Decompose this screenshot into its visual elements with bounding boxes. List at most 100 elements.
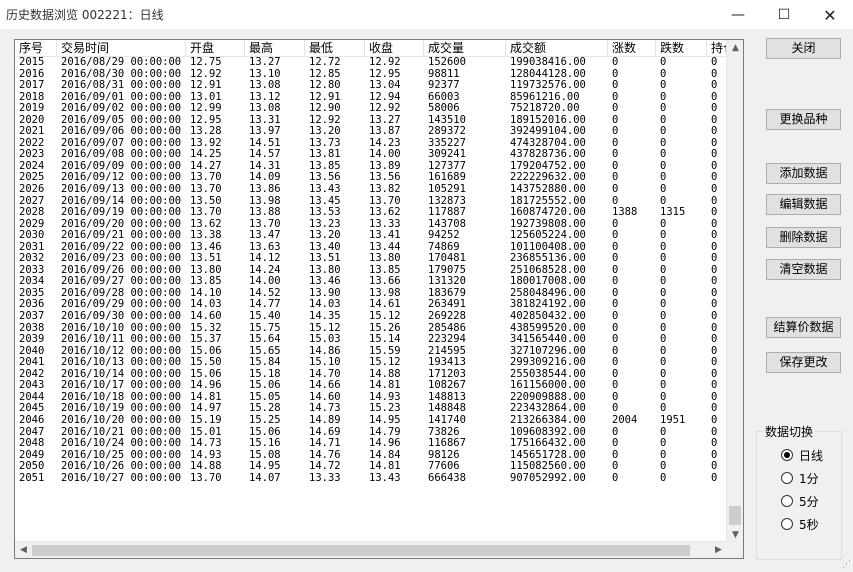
table-row[interactable]: 2043 2016/10/17 00:00:00 14.96 15.06 14.66 14… [15, 380, 743, 392]
settlement-data-button[interactable]: 结算价数据 [766, 317, 841, 338]
table-row[interactable]: 2018 2016/09/01 00:00:00 13.01 13.12 12.91 12… [15, 92, 743, 104]
horizontal-scrollbar[interactable]: ◀ ▶ [15, 541, 727, 558]
table-cell: 2016/09/23 00:00:00 [61, 253, 182, 265]
table-row[interactable]: 2015 2016/08/29 00:00:00 12.75 13.27 12.72 12… [15, 57, 743, 69]
table-cell: 14.89 [309, 414, 341, 426]
table-row[interactable]: 2020 2016/09/05 00:00:00 12.95 13.31 12.92 13… [15, 115, 743, 127]
table-row[interactable]: 2027 2016/09/14 00:00:00 13.50 13.98 13.45 13… [15, 196, 743, 208]
table-row[interactable]: 2048 2016/10/24 00:00:00 14.73 15.16 14.71 14… [15, 438, 743, 450]
table-cell: 171203 [428, 368, 466, 380]
table-row[interactable]: 2021 2016/09/06 00:00:00 13.28 13.97 13.20 13… [15, 126, 743, 138]
table-row[interactable]: 2051 2016/10/27 00:00:00 13.70 14.07 13.33 13… [15, 473, 743, 485]
table-row[interactable]: 2016 2016/08/30 00:00:00 12.92 13.10 12.85 12… [15, 69, 743, 81]
change-symbol-button[interactable]: 更换品种 [766, 109, 841, 130]
table-row[interactable]: 2030 2016/09/21 00:00:00 13.38 13.47 13.20 13… [15, 230, 743, 242]
table-cell: 14.79 [369, 426, 401, 438]
table-row[interactable]: 2026 2016/09/13 00:00:00 13.70 13.86 13.43 13… [15, 184, 743, 196]
table-cell: 223294 [428, 334, 466, 346]
table-row[interactable]: 2042 2016/10/14 00:00:00 15.06 15.18 14.70 14… [15, 369, 743, 381]
table-row[interactable]: 2045 2016/10/19 00:00:00 14.97 15.28 14.73 15… [15, 403, 743, 415]
table-row[interactable]: 2024 2016/09/09 00:00:00 14.27 14.31 13.85 13… [15, 161, 743, 173]
table-cell: 2016/10/25 00:00:00 [61, 449, 182, 461]
radio-5sec[interactable]: 5秒 [781, 516, 819, 532]
delete-data-button[interactable]: 删除数据 [766, 227, 841, 248]
table-row[interactable]: 2033 2016/09/26 00:00:00 13.80 14.24 13.80 13… [15, 265, 743, 277]
table-cell: 0 [612, 218, 619, 230]
table-row[interactable]: 2050 2016/10/26 00:00:00 14.88 14.95 14.72 14… [15, 461, 743, 473]
minimize-button[interactable]: — [715, 0, 761, 30]
table-row[interactable]: 2044 2016/10/18 00:00:00 14.81 15.05 14.60 14… [15, 392, 743, 404]
table-row[interactable]: 2028 2016/09/19 00:00:00 13.70 13.88 13.53 13… [15, 207, 743, 219]
table-row[interactable]: 2047 2016/10/21 00:00:00 15.01 15.06 14.69 14… [15, 427, 743, 439]
close-button[interactable]: 关闭 [766, 38, 841, 59]
table-cell: 13.97 [249, 126, 281, 138]
table-row[interactable]: 2041 2016/10/13 00:00:00 15.50 15.84 15.10 15… [15, 357, 743, 369]
table-cell: 14.31 [249, 160, 281, 172]
clear-data-button[interactable]: 清空数据 [766, 259, 841, 280]
maximize-button[interactable]: ☐ [761, 0, 807, 30]
table-cell: 13.80 [369, 253, 401, 265]
vertical-scroll-thumb[interactable] [729, 506, 741, 525]
column-header[interactable]: 涨数 [608, 40, 656, 57]
column-header[interactable]: 成交量 [424, 40, 506, 57]
table-cell: 94252 [428, 230, 460, 242]
table-cell: 92377 [428, 80, 460, 92]
table-row[interactable]: 2046 2016/10/20 00:00:00 15.19 15.25 14.89 14… [15, 415, 743, 427]
table-row[interactable]: 2017 2016/08/31 00:00:00 12.91 13.08 12.80 13… [15, 80, 743, 92]
table-row[interactable]: 2040 2016/10/12 00:00:00 15.06 15.65 14.86 15… [15, 346, 743, 358]
table-row[interactable]: 2025 2016/09/12 00:00:00 13.70 14.09 13.56 13… [15, 172, 743, 184]
table-row[interactable]: 2035 2016/09/28 00:00:00 14.10 14.52 13.90 13… [15, 288, 743, 300]
table-cell: 0 [612, 103, 619, 115]
table-row[interactable]: 2031 2016/09/22 00:00:00 13.46 13.63 13.40 13… [15, 242, 743, 254]
table-row[interactable]: 2023 2016/09/08 00:00:00 14.25 14.57 13.81 14… [15, 149, 743, 161]
column-header[interactable]: 最高 [245, 40, 305, 57]
table-cell: 0 [660, 114, 667, 126]
table-cell: 15.08 [249, 449, 281, 461]
table-row[interactable]: 2019 2016/09/02 00:00:00 12.99 13.08 12.90 12… [15, 103, 743, 115]
horizontal-scroll-thumb[interactable] [32, 545, 690, 556]
column-header[interactable]: 序号 [15, 40, 57, 57]
radio-daily[interactable]: 日线 [781, 447, 823, 463]
resize-grip-icon[interactable]: ⋰ [842, 561, 851, 570]
data-grid[interactable]: 序号交易时间开盘最高最低收盘成交量成交额涨数跌数持仓 2015 2016/08/2… [14, 39, 744, 559]
add-data-button[interactable]: 添加数据 [766, 163, 841, 184]
table-row[interactable]: 2039 2016/10/11 00:00:00 15.37 15.64 15.03 15… [15, 334, 743, 346]
table-cell: 2036 [19, 299, 45, 311]
column-header[interactable]: 跌数 [656, 40, 707, 57]
scroll-left-icon[interactable]: ◀ [15, 542, 32, 558]
radio-1min[interactable]: 1分 [781, 470, 819, 486]
radio-5min[interactable]: 5分 [781, 493, 819, 509]
column-header[interactable]: 交易时间 [57, 40, 186, 57]
column-header[interactable]: 成交额 [506, 40, 608, 57]
table-cell: 13.47 [249, 230, 281, 242]
table-cell: 13.62 [369, 207, 401, 219]
table-cell: 214595 [428, 345, 466, 357]
window-close-button[interactable]: ✕ [807, 0, 853, 30]
table-row[interactable]: 2036 2016/09/29 00:00:00 14.03 14.77 14.03 14… [15, 299, 743, 311]
table-cell: 14.27 [190, 160, 222, 172]
radio-label: 5秒 [799, 517, 819, 532]
table-cell: 12.92 [309, 114, 341, 126]
table-row[interactable]: 2037 2016/09/30 00:00:00 14.60 15.40 14.35 15… [15, 311, 743, 323]
table-cell: 2029 [19, 218, 45, 230]
table-row[interactable]: 2034 2016/09/27 00:00:00 13.85 14.00 13.46 13… [15, 276, 743, 288]
column-header[interactable]: 收盘 [365, 40, 424, 57]
table-cell: 189152016.00 [510, 114, 586, 126]
table-cell: 15.12 [369, 357, 401, 369]
table-row[interactable]: 2022 2016/09/07 00:00:00 13.92 14.51 13.73 14… [15, 138, 743, 150]
table-row[interactable]: 2049 2016/10/25 00:00:00 14.93 15.08 14.76 14… [15, 450, 743, 462]
vertical-scrollbar[interactable]: ▲ ▼ [726, 40, 743, 543]
column-header[interactable]: 开盘 [186, 40, 245, 57]
table-row[interactable]: 2038 2016/10/10 00:00:00 15.32 15.75 15.12 15… [15, 323, 743, 335]
edit-data-button[interactable]: 编辑数据 [766, 194, 841, 215]
table-cell: 14.96 [190, 380, 222, 392]
table-cell: 15.16 [249, 438, 281, 450]
column-header[interactable]: 最低 [305, 40, 365, 57]
scroll-up-icon[interactable]: ▲ [727, 40, 743, 56]
scroll-right-icon[interactable]: ▶ [710, 542, 727, 558]
save-changes-button[interactable]: 保存更改 [766, 352, 841, 373]
table-row[interactable]: 2029 2016/09/20 00:00:00 13.62 13.70 13.23 13… [15, 219, 743, 231]
table-cell: 438599520.00 [510, 322, 586, 334]
table-cell: 0 [660, 311, 667, 323]
table-row[interactable]: 2032 2016/09/23 00:00:00 13.51 14.12 13.51 13… [15, 253, 743, 265]
